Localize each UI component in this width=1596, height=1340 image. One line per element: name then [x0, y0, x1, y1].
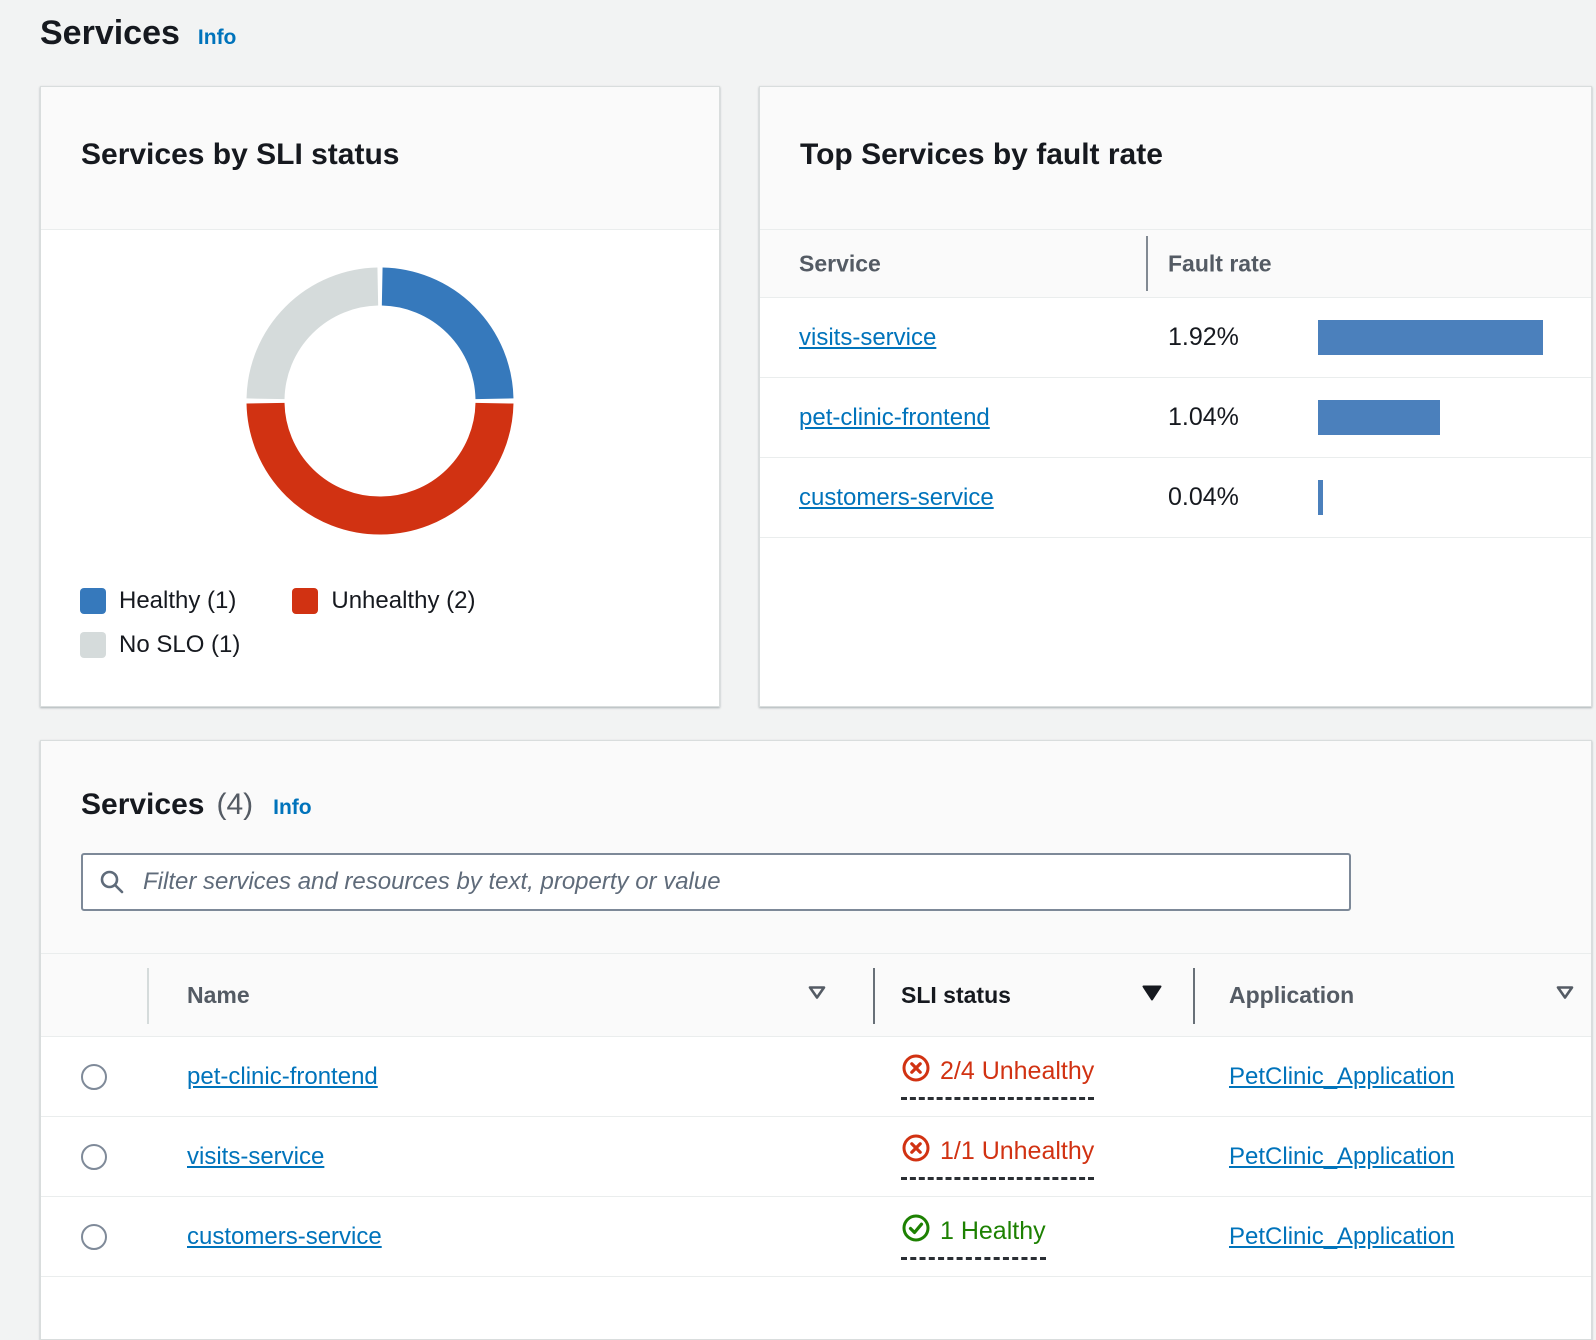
column-header-application[interactable]: Application: [1193, 954, 1591, 1036]
sli-status-badge[interactable]: 2/4 Unhealthy: [901, 1053, 1094, 1100]
top-cards-row: Services by SLI status Healthy (1) Unhea…: [40, 86, 1592, 707]
legend-swatch: [292, 588, 318, 614]
filter-services-input[interactable]: [81, 853, 1351, 911]
legend-swatch: [80, 632, 106, 658]
services-info-link[interactable]: Info: [273, 796, 311, 820]
legend-item[interactable]: Unhealthy (2): [292, 587, 475, 615]
sli-card-title: Services by SLI status: [81, 137, 679, 173]
page-title: Services: [40, 14, 180, 53]
fault-rate-bar: [1318, 400, 1440, 435]
application-link[interactable]: PetClinic_Application: [1229, 1223, 1454, 1250]
service-table-row: visits-service 1/1 Unhealthy PetClinic_A…: [41, 1117, 1591, 1197]
fault-header-divider: [1146, 236, 1148, 291]
fault-col-rate: Fault rate: [1168, 250, 1272, 277]
sli-status-badge[interactable]: 1 Healthy: [901, 1213, 1046, 1260]
select-all-column-header: [41, 954, 147, 1036]
service-name-link[interactable]: customers-service: [187, 1223, 382, 1250]
services-card-header: Services (4) Info: [41, 741, 1591, 953]
sort-desc-filled-icon[interactable]: [1141, 984, 1163, 1007]
fault-rate-value: 1.04%: [1168, 403, 1318, 432]
fault-service-link[interactable]: customers-service: [799, 484, 994, 511]
check-circle-icon: [901, 1213, 931, 1250]
donut-segment-no-slo: [266, 287, 378, 399]
services-table-body: pet-clinic-frontend 2/4 Unhealthy PetCli…: [41, 1037, 1591, 1277]
fault-rate-value: 1.92%: [1168, 323, 1318, 352]
fault-table-body: visits-service 1.92% pet-clinic-frontend…: [760, 298, 1591, 538]
application-link[interactable]: PetClinic_Application: [1229, 1063, 1454, 1090]
fault-rate-bar: [1318, 480, 1323, 515]
sli-status-badge[interactable]: 1/1 Unhealthy: [901, 1133, 1094, 1180]
row-select-radio[interactable]: [81, 1064, 107, 1090]
fault-table-row: customers-service 0.04%: [760, 458, 1591, 538]
fault-rate-value: 0.04%: [1168, 483, 1318, 512]
error-circle-icon: [901, 1133, 931, 1170]
services-count: (4): [216, 788, 253, 822]
fault-card-title: Top Services by fault rate: [800, 137, 1551, 173]
row-select-radio[interactable]: [81, 1144, 107, 1170]
donut-segment-unhealthy: [266, 403, 495, 515]
sli-status-text: 1 Healthy: [940, 1217, 1046, 1246]
services-table: Name SLI status Application: [41, 953, 1591, 1277]
service-name-link[interactable]: pet-clinic-frontend: [187, 1063, 378, 1090]
filter-box: [81, 853, 1351, 911]
fault-card-header: Top Services by fault rate: [760, 87, 1591, 230]
column-header-name[interactable]: Name: [147, 954, 873, 1036]
fault-table-row: visits-service 1.92%: [760, 298, 1591, 378]
services-card-title: Services: [81, 787, 204, 823]
page-info-link[interactable]: Info: [198, 26, 236, 50]
donut-chart-svg: [240, 261, 520, 541]
services-table-head: Name SLI status Application: [41, 953, 1591, 1037]
sli-card-header: Services by SLI status: [41, 87, 719, 230]
sli-status-card: Services by SLI status Healthy (1) Unhea…: [40, 86, 720, 707]
sli-donut-chart: [240, 261, 520, 541]
legend-label: No SLO (1): [119, 631, 240, 659]
fault-table-row: pet-clinic-frontend 1.04%: [760, 378, 1591, 458]
fault-rate-bar: [1318, 320, 1543, 355]
legend-item[interactable]: No SLO (1): [80, 631, 240, 659]
legend-item[interactable]: Healthy (1): [80, 587, 236, 615]
donut-segment-healthy: [382, 287, 494, 399]
legend-label: Healthy (1): [119, 587, 236, 615]
services-card-title-row: Services (4) Info: [81, 787, 1551, 823]
fault-service-link[interactable]: visits-service: [799, 324, 936, 351]
fault-rate-card: Top Services by fault rate Service Fault…: [759, 86, 1592, 707]
sli-status-text: 1/1 Unhealthy: [940, 1137, 1094, 1166]
sli-legend: Healthy (1) Unhealthy (2) No SLO (1): [80, 587, 620, 659]
column-header-sli-status[interactable]: SLI status: [873, 954, 1193, 1036]
sort-desc-outline-icon[interactable]: [807, 984, 827, 1006]
row-select-radio[interactable]: [81, 1224, 107, 1250]
fault-col-service: Service: [799, 250, 881, 277]
application-link[interactable]: PetClinic_Application: [1229, 1143, 1454, 1170]
service-name-link[interactable]: visits-service: [187, 1143, 324, 1170]
legend-label: Unhealthy (2): [331, 587, 475, 615]
services-table-card: Services (4) Info Name: [40, 740, 1592, 1340]
service-table-row: customers-service 1 Healthy PetClinic_Ap…: [41, 1197, 1591, 1277]
error-circle-icon: [901, 1053, 931, 1090]
fault-table-header: Service Fault rate: [760, 230, 1591, 298]
service-table-row: pet-clinic-frontend 2/4 Unhealthy PetCli…: [41, 1037, 1591, 1117]
sort-desc-outline-icon[interactable]: [1555, 984, 1575, 1006]
page-header: Services Info: [0, 0, 1596, 53]
fault-service-link[interactable]: pet-clinic-frontend: [799, 404, 990, 431]
legend-swatch: [80, 588, 106, 614]
sli-status-text: 2/4 Unhealthy: [940, 1057, 1094, 1086]
